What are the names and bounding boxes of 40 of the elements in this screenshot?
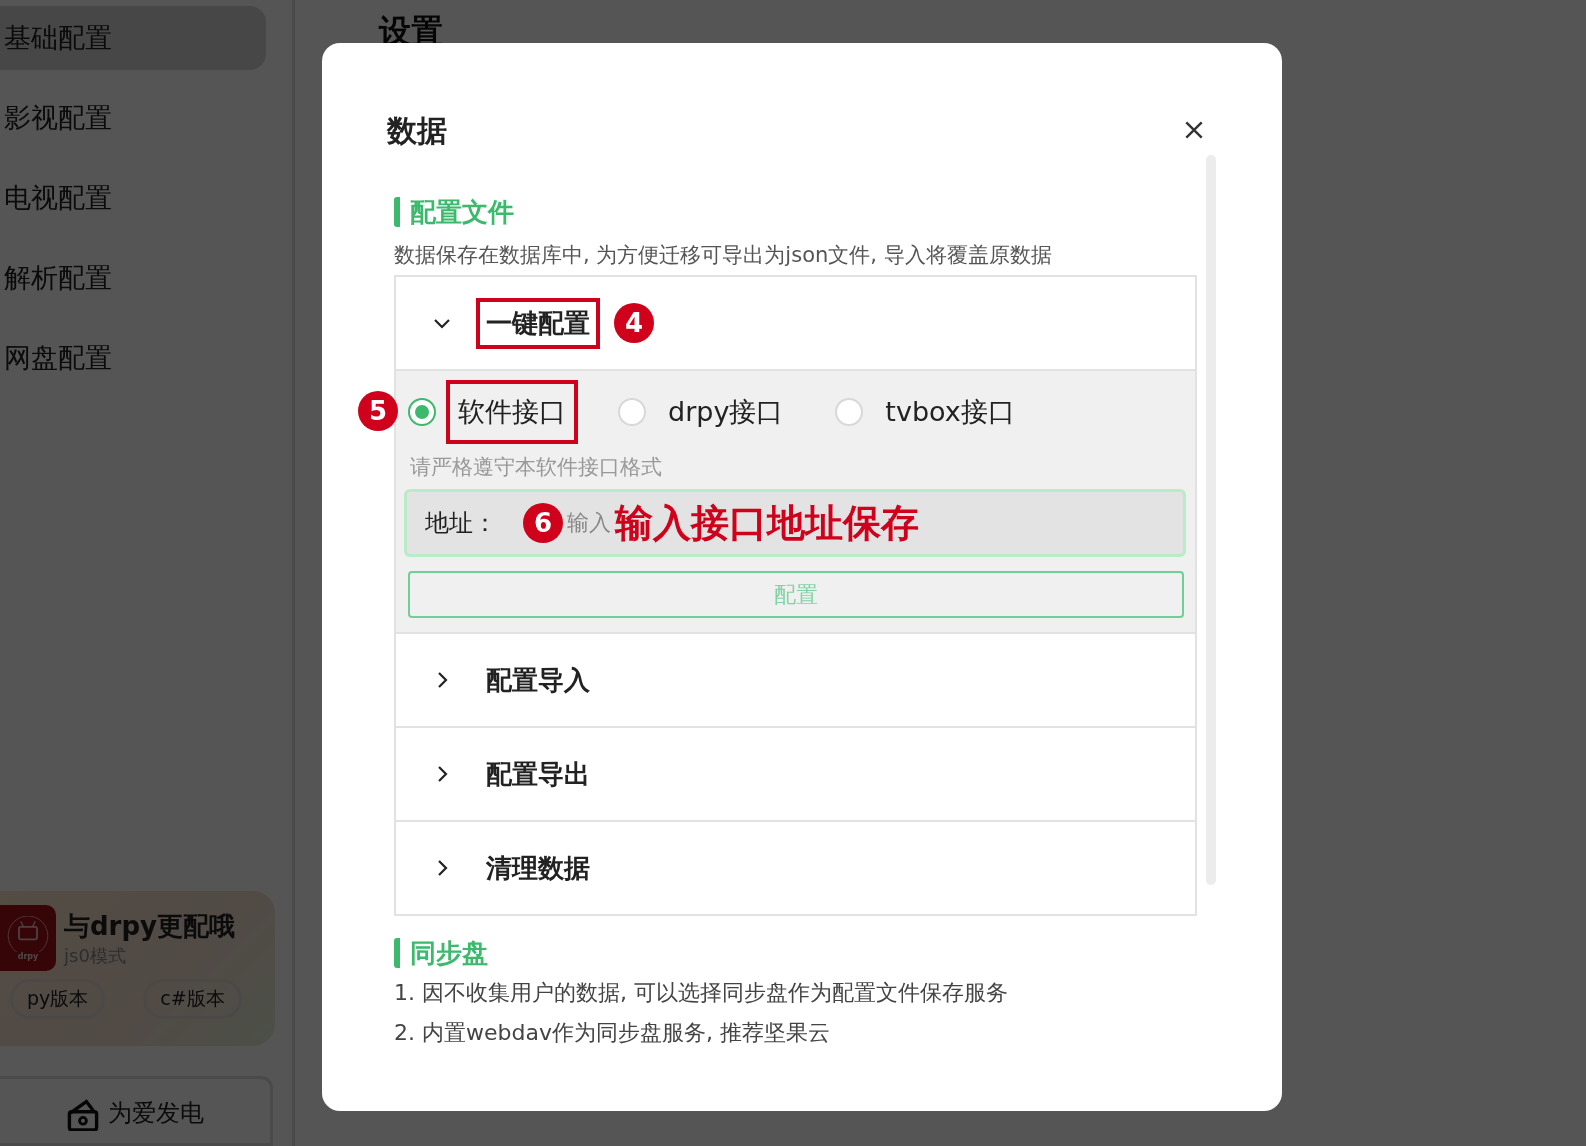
step-marker: 5 [358, 391, 398, 431]
radio-button[interactable] [618, 398, 646, 426]
radio-label[interactable]: drpy接口 [656, 380, 796, 444]
list-item: 1. 因不收集用户的数据, 可以选择同步盘作为配置文件保存服务 [394, 979, 1009, 1007]
sidebar-item[interactable]: 网盘配置 [0, 326, 266, 390]
close-icon [1183, 119, 1205, 141]
radio-button[interactable] [835, 398, 864, 426]
configure-button[interactable]: 配置 [408, 571, 1184, 618]
panel-header[interactable]: 清理数据 [396, 820, 1195, 914]
panel-title: 一键配置 [476, 297, 600, 349]
field-label: 地址： [425, 508, 497, 539]
dialog-title: 数据 [387, 113, 447, 149]
radio-button[interactable] [408, 398, 436, 426]
wallet-icon [66, 1097, 100, 1131]
sidebar-item[interactable]: 解析配置 [0, 246, 266, 310]
annotation-text: 输入接口地址保存 [615, 501, 919, 545]
panel-header[interactable]: 一键配置 4 [396, 277, 1195, 369]
logo-text: drpy [17, 951, 39, 961]
sidebar-item[interactable]: 影视配置 [0, 86, 266, 150]
panel-header[interactable]: 配置导入 [396, 632, 1195, 726]
hint-text: 请严格遵守本软件接口格式 [410, 454, 663, 481]
panel-header[interactable]: 配置导出 [396, 726, 1195, 820]
promo-title: 与drpy更配哦 [64, 909, 235, 943]
sidebar-item[interactable]: 基础配置 [0, 6, 266, 70]
panel-title: 配置导出 [485, 757, 591, 791]
sidebar-item[interactable]: 电视配置 [0, 166, 266, 230]
step-marker: 6 [523, 503, 563, 543]
panel-title: 清理数据 [485, 851, 591, 885]
list-item: 2. 内置webdav作为同步盘服务, 推荐坚果云 [394, 1019, 831, 1047]
version-button[interactable]: py版本 [10, 979, 106, 1019]
section-heading: 配置文件 [394, 197, 1201, 227]
section-heading: 同步盘 [394, 938, 1201, 968]
radio-label[interactable]: 软件接口 [446, 380, 578, 444]
step-marker: 4 [614, 303, 654, 343]
version-button[interactable]: c#版本 [143, 979, 242, 1019]
panel-title: 配置导入 [485, 663, 591, 697]
placeholder-text: 输入 [567, 509, 611, 537]
radio-label[interactable]: tvbox接口 [873, 380, 1027, 444]
donate-button[interactable]: 为爱发电 [0, 1076, 273, 1146]
section-description: 数据保存在数据库中, 为方便迁移可导出为json文件, 导入将覆盖原数据 [394, 242, 1053, 269]
